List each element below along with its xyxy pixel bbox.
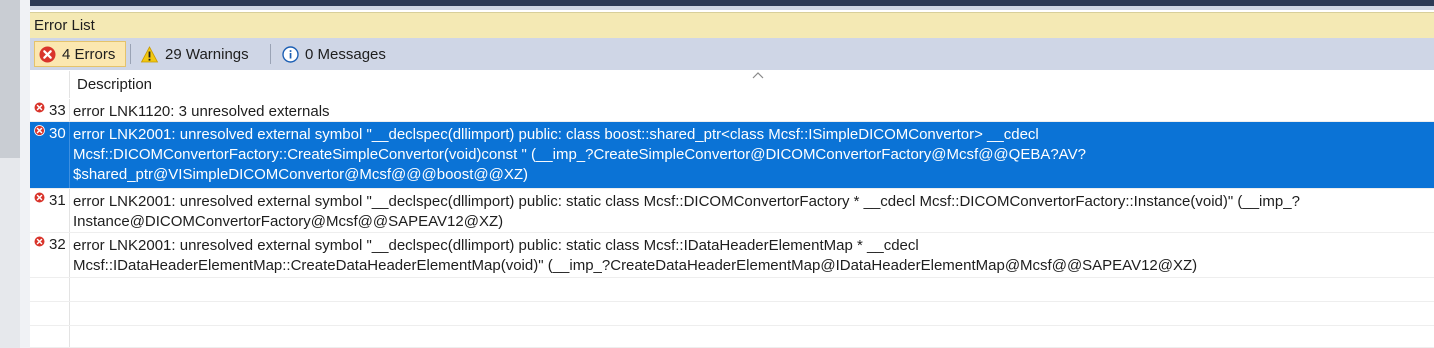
warnings-filter-label: 29 Warnings [165,45,249,63]
description-column-header[interactable]: Description [77,76,152,93]
error-line-number: 32 [49,236,66,253]
error-row[interactable]: 33 error LNK1120: 3 unresolved externals [30,99,1434,122]
top-strip [30,0,1434,10]
errors-filter-label: 4 Errors [62,45,116,63]
error-icon [39,46,56,62]
gutter-shade [0,0,20,158]
error-line-number: 31 [49,192,66,209]
messages-filter-button[interactable]: 0 Messages [278,41,386,67]
error-line-number: 30 [49,125,66,142]
panel-title-bar[interactable]: Error List [30,12,1434,38]
filter-separator [270,44,271,64]
gutter-rule [20,0,30,348]
empty-row [30,302,1434,326]
column-header-row: Description [30,71,1434,98]
messages-filter-label: 0 Messages [305,45,386,63]
sort-ascending-icon [752,72,764,79]
row-gutter [30,278,70,301]
warning-icon [140,45,159,62]
error-row[interactable]: 30 error LNK2001: unresolved external sym… [30,122,1434,189]
error-description: error LNK2001: unresolved external symbo… [73,193,1300,230]
filter-separator [130,44,131,64]
error-icon [34,102,45,113]
panel-title: Error List [34,17,95,34]
error-row[interactable]: 31 error LNK2001: unresolved external sym… [30,189,1434,233]
filter-toolbar: 4 Errors 29 Warnings 0 Messages [30,38,1434,70]
header-gutter [30,71,70,98]
info-icon [282,45,299,63]
left-gutter [0,0,30,348]
error-description: error LNK2001: unresolved external symbo… [73,126,1086,183]
error-icon [34,192,45,203]
error-icon [34,125,45,136]
error-description: error LNK2001: unresolved external symbo… [73,237,1198,274]
empty-row [30,326,1434,348]
error-description: error LNK1120: 3 unresolved externals [73,103,330,120]
error-icon [34,236,45,247]
error-row[interactable]: 32 error LNK2001: unresolved external sym… [30,233,1434,278]
row-gutter [30,302,70,325]
empty-row [30,278,1434,302]
row-gutter [30,326,70,347]
errors-filter-button[interactable]: 4 Errors [34,41,126,67]
warnings-filter-button[interactable]: 29 Warnings [136,41,249,67]
error-line-number: 33 [49,102,66,119]
top-strip-light [30,6,1434,10]
